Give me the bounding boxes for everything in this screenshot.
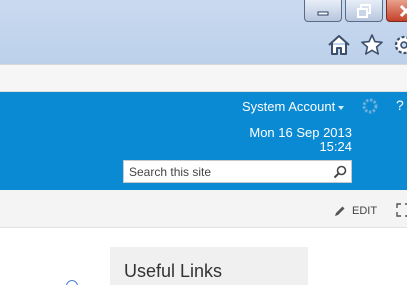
search-icon[interactable] [329, 161, 351, 182]
minimize-button[interactable] [304, 0, 342, 22]
edit-label: EDIT [352, 205, 378, 217]
browser-chrome [0, 0, 407, 64]
search-input[interactable] [124, 161, 329, 182]
account-menu[interactable]: System Account [242, 99, 345, 114]
chevron-down-icon [338, 105, 345, 110]
home-icon[interactable] [326, 32, 352, 58]
help-icon[interactable]: ? [396, 97, 404, 113]
edit-button[interactable]: EDIT [334, 205, 377, 217]
page-top-strip [0, 64, 407, 92]
focus-on-content-icon[interactable] [396, 203, 407, 217]
useful-links-webpart: Useful Links [110, 247, 308, 285]
time-text: 15:24 [319, 139, 352, 154]
pencil-icon [335, 206, 345, 216]
account-label: System Account [242, 99, 336, 114]
star-icon[interactable] [359, 32, 385, 58]
info-icon [66, 280, 78, 285]
minimize-icon [317, 11, 329, 15]
date-text: Mon 16 Sep 2013 [249, 125, 352, 140]
restore-button[interactable] [345, 0, 383, 22]
gear-icon[interactable] [391, 32, 407, 58]
close-icon [399, 4, 407, 17]
close-button[interactable] [386, 0, 407, 22]
search-box [123, 160, 352, 183]
restore-icon [357, 3, 371, 18]
webpart-title: Useful Links [124, 261, 223, 281]
settings-gear-icon[interactable] [361, 97, 379, 115]
date-time: Mon 16 Sep 2013 15:24 [249, 126, 352, 154]
